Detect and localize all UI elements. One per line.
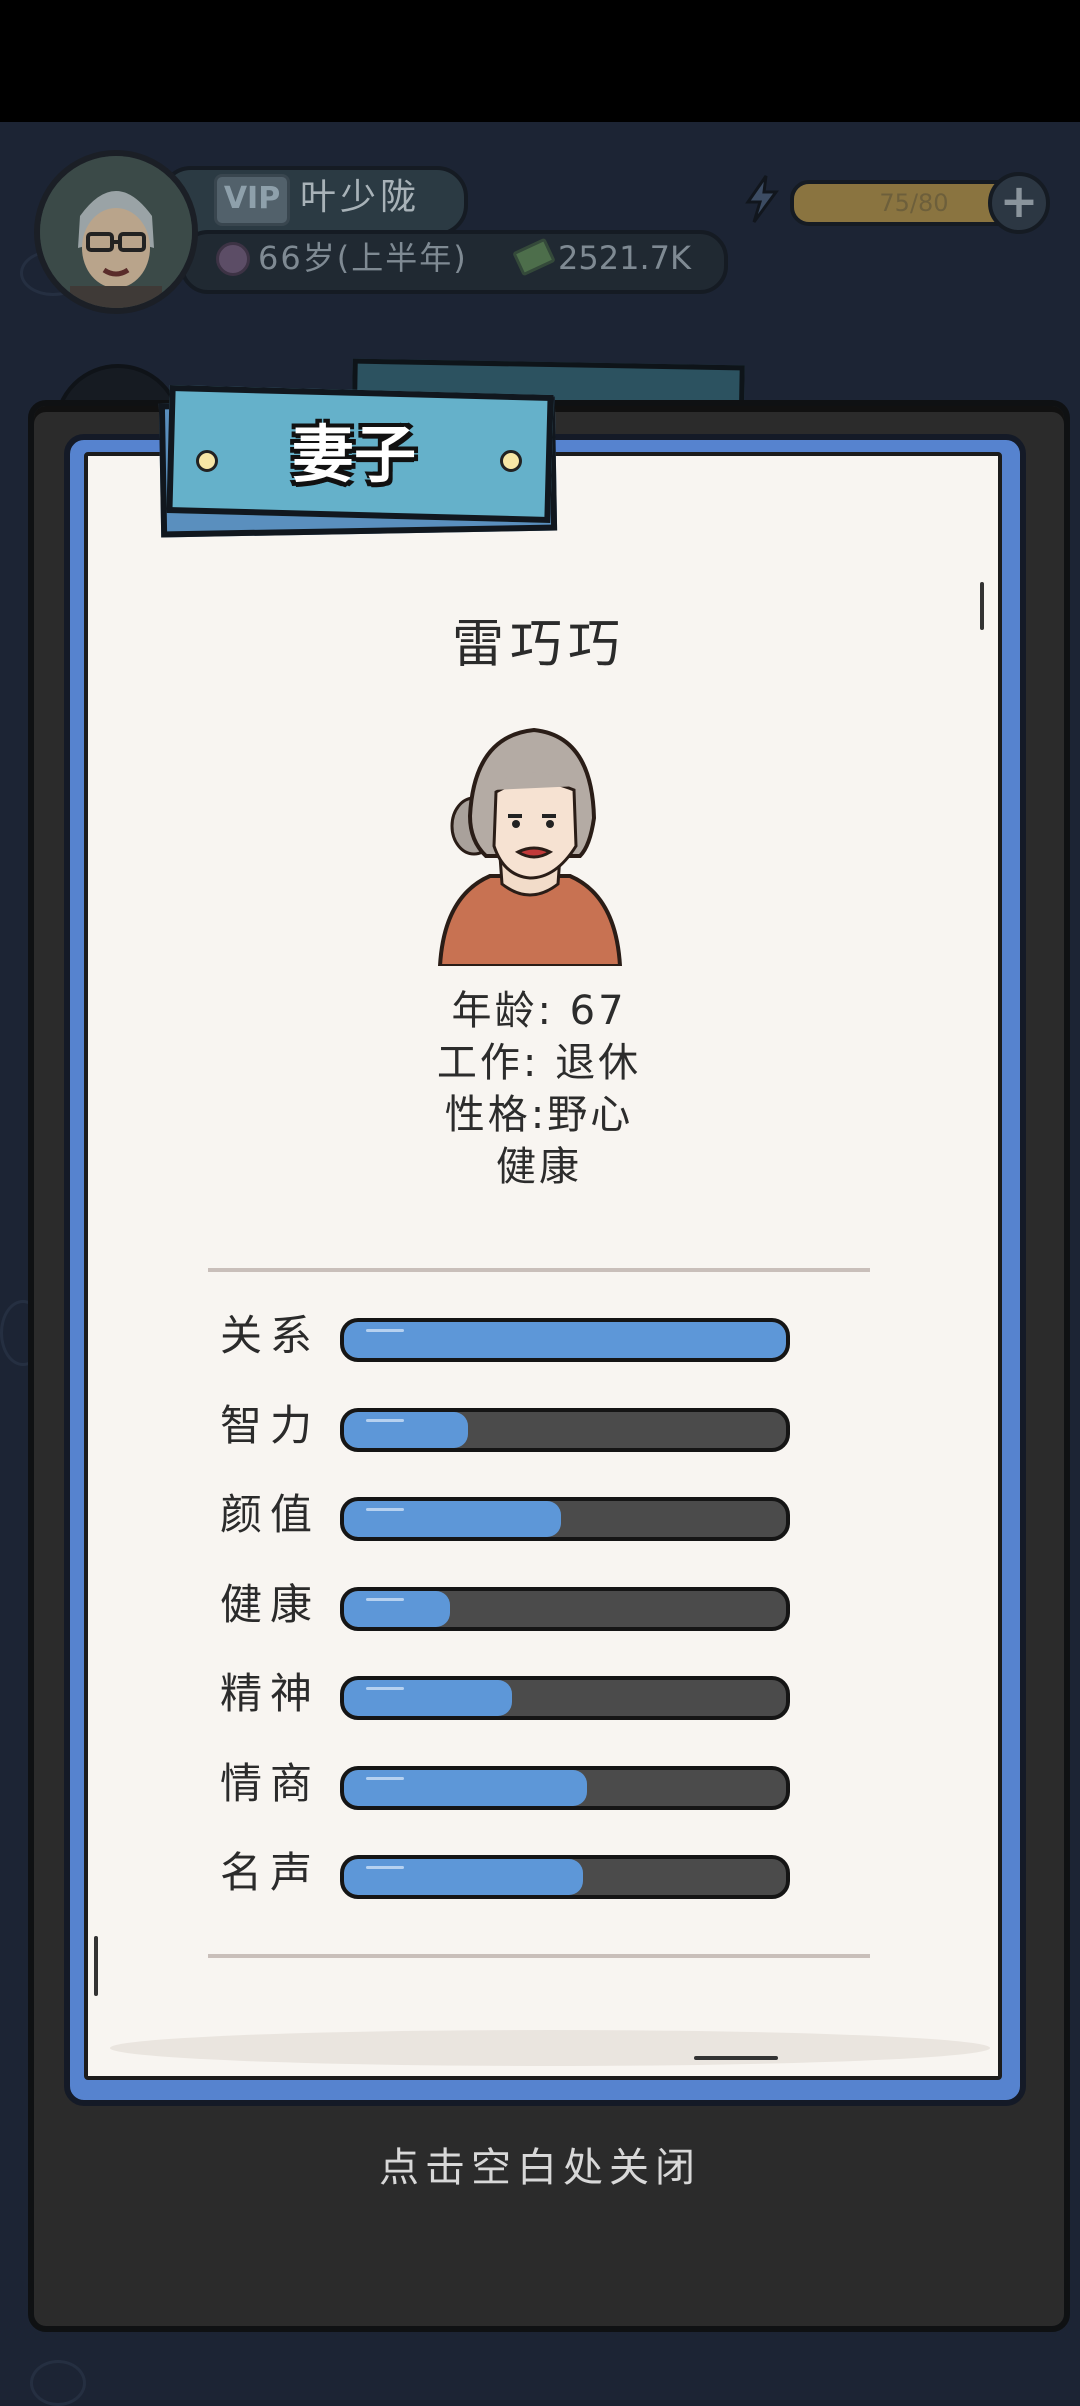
stat-label: 名声: [220, 1848, 321, 1897]
close-hint[interactable]: 点击空白处关闭: [0, 2138, 1080, 2198]
scroll-indicator[interactable]: [94, 1936, 98, 1996]
dialog-paper: [84, 452, 1002, 2080]
vip-badge[interactable]: VIP: [214, 174, 290, 226]
clock-icon: [216, 242, 250, 276]
stat-shine: [366, 1329, 404, 1332]
stat-bar: [340, 1497, 790, 1541]
paper-shadow: [110, 2030, 990, 2066]
stat-shine: [366, 1776, 404, 1780]
background-doodle: [30, 2360, 86, 2406]
energy-bolt-icon: [745, 175, 779, 223]
stat-label: 健康: [220, 1579, 321, 1629]
player-age: 66岁(上半年): [258, 239, 468, 277]
stat-fill: [344, 1680, 512, 1716]
person-name: 雷巧巧: [451, 615, 626, 675]
divider: [208, 1954, 870, 1958]
stat-bar: [340, 1407, 790, 1452]
stat-label: 情商: [220, 1758, 321, 1808]
dialog-title: 妻子: [291, 418, 416, 491]
stat-fill: [344, 1411, 468, 1448]
stat-fill: [344, 1859, 583, 1895]
stat-fill: [344, 1501, 561, 1537]
stat-bar: [340, 1765, 790, 1810]
stat-fill: [344, 1322, 786, 1358]
person-age: 年龄: 67: [451, 988, 627, 1034]
divider: [208, 1268, 870, 1272]
stat-fill: [344, 1590, 451, 1627]
person-personality: 性格:野心: [444, 1092, 634, 1138]
stat-label: 智力: [220, 1400, 321, 1450]
stat-bar: [340, 1855, 790, 1899]
scroll-indicator: [694, 2056, 778, 2060]
add-energy-button[interactable]: +: [988, 172, 1050, 234]
stat-shine: [366, 1687, 404, 1690]
stat-shine: [366, 1866, 404, 1869]
stat-shine: [366, 1508, 404, 1511]
stat-fill: [344, 1769, 588, 1806]
stat-bar: [340, 1676, 790, 1720]
stat-label: 关系: [220, 1311, 321, 1360]
person-portrait: [437, 727, 623, 966]
stat-bar: [340, 1318, 790, 1362]
person-job: 工作: 退休: [436, 1040, 642, 1086]
player-name: 叶少陇: [300, 177, 421, 218]
status-bar: [0, 0, 1080, 122]
stat-shine: [366, 1597, 404, 1601]
stat-bar: [340, 1586, 790, 1631]
player-avatar[interactable]: [34, 150, 198, 314]
stat-shine: [366, 1418, 404, 1422]
player-portrait: [40, 156, 192, 308]
player-money: 2521.7K: [558, 239, 691, 277]
stat-label: 精神: [220, 1669, 321, 1718]
person-health: 健康: [496, 1144, 582, 1190]
stat-label: 颜值: [220, 1490, 321, 1539]
